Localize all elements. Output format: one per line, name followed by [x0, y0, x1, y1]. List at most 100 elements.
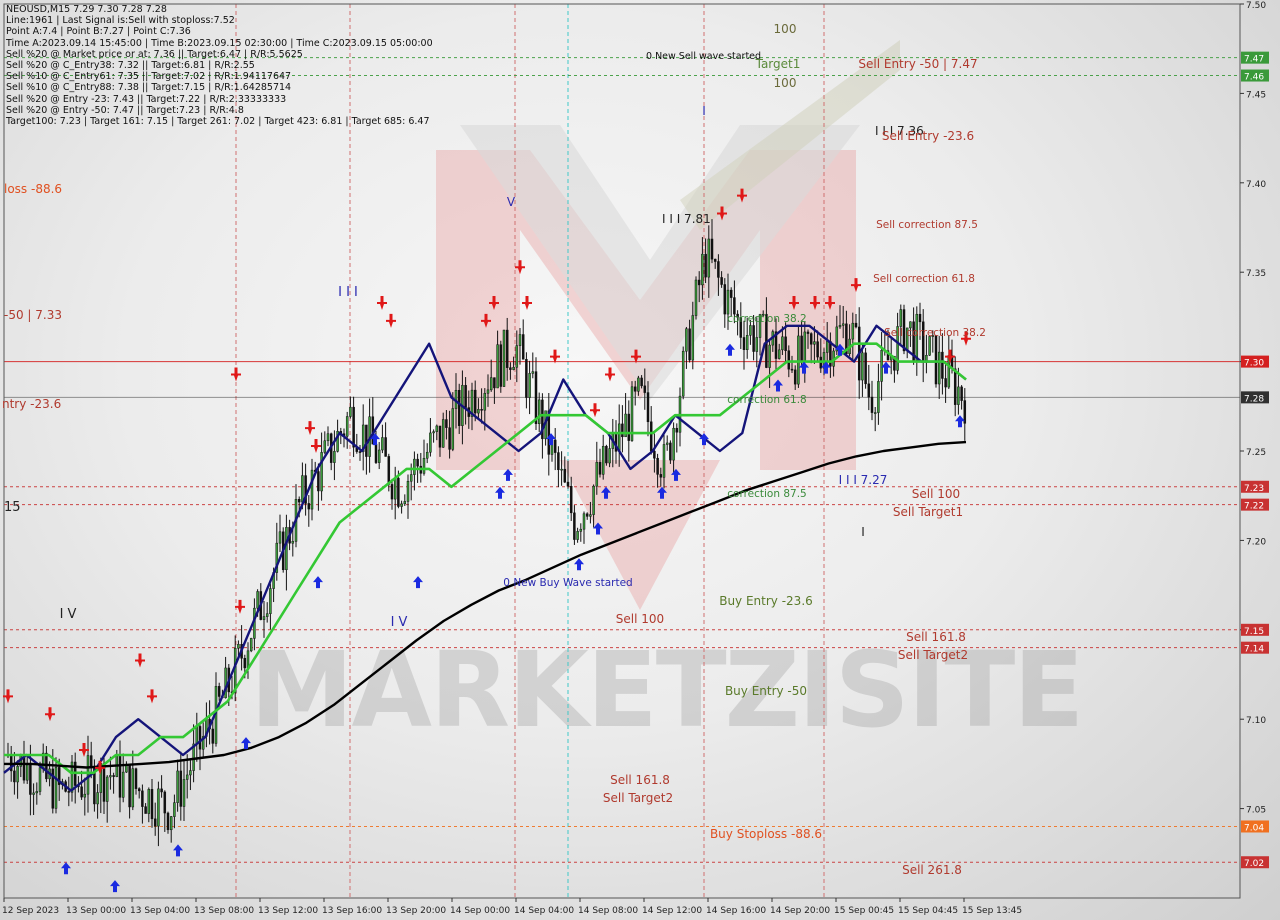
- candle-down: [854, 322, 858, 328]
- x-tick-label: 15 Sep 13:45: [962, 906, 1022, 916]
- candle-down: [659, 474, 663, 478]
- candle-up: [54, 767, 58, 809]
- y-tick-label: 7.50: [1246, 1, 1266, 11]
- candle-down: [643, 385, 647, 393]
- candle-down: [67, 791, 71, 793]
- chart-annotation: I I I: [338, 285, 358, 300]
- chart-annotation: correction 87.5: [727, 488, 806, 500]
- price-tag-label: 7.02: [1244, 859, 1264, 869]
- candle-up: [38, 767, 42, 792]
- candle-down: [742, 337, 746, 350]
- candle-up: [797, 335, 800, 385]
- candle-up: [707, 238, 711, 278]
- candle-up: [400, 503, 403, 507]
- candle-up: [435, 425, 439, 432]
- chart-annotation: correction 61.8: [727, 394, 806, 406]
- x-tick-label: 14 Sep 16:00: [706, 906, 766, 916]
- candle-down: [713, 258, 717, 262]
- chart-annotation: Sell correction 87.5: [876, 219, 978, 231]
- candle-down: [569, 485, 573, 514]
- candle-up: [617, 423, 621, 452]
- candle-down: [166, 812, 170, 831]
- candle-up: [333, 451, 336, 463]
- candle-up: [409, 474, 413, 482]
- candle-down: [118, 755, 122, 798]
- candle-up: [595, 462, 599, 487]
- candle-up: [592, 485, 595, 515]
- candle-down: [585, 513, 589, 517]
- candle-up: [105, 776, 109, 802]
- chart-annotation: Sell Entry -23.6: [882, 129, 974, 143]
- candle-down: [297, 499, 301, 503]
- chart-annotation: loss -88.6: [4, 182, 62, 196]
- sell-arrow-icon: [45, 707, 55, 722]
- candle-down: [525, 359, 528, 398]
- candle-up: [483, 392, 487, 411]
- candle-up: [477, 409, 480, 414]
- buy-arrow-icon: [173, 844, 183, 857]
- candle-down: [141, 790, 144, 807]
- candle-up: [502, 329, 506, 387]
- candle-up: [701, 253, 704, 286]
- candle-down: [934, 335, 938, 385]
- candle-up: [726, 289, 730, 315]
- candle-up: [96, 792, 99, 805]
- candle-down: [163, 791, 167, 814]
- candle-down: [499, 344, 503, 387]
- y-tick-label: 7.05: [1246, 806, 1266, 816]
- info-line: Target100: 7.23 | Target 161: 7.15 | Tar…: [6, 116, 430, 128]
- candle-down: [217, 686, 221, 697]
- candle-down: [729, 289, 733, 298]
- candle-up: [147, 789, 151, 814]
- candle-down: [144, 806, 147, 814]
- candle-up: [262, 616, 266, 620]
- candle-up: [851, 322, 855, 340]
- candle-up: [441, 419, 445, 448]
- candle-up: [451, 408, 455, 450]
- price-chart: MARKETZISITE7.507.457.407.357.307.257.20…: [2, 1, 1269, 916]
- candle-down: [438, 425, 442, 448]
- candle-up: [249, 638, 253, 652]
- sell-arrow-icon: [522, 295, 532, 310]
- candle-down: [566, 481, 570, 487]
- candle-down: [102, 763, 106, 802]
- candle-down: [390, 484, 394, 500]
- buy-arrow-icon: [110, 880, 120, 893]
- x-tick-label: 15 Sep 00:45: [834, 906, 894, 916]
- candle-up: [937, 351, 941, 385]
- candle-down: [621, 423, 624, 438]
- candle-down: [720, 277, 723, 285]
- candle-up: [825, 341, 829, 353]
- candle-down: [243, 658, 247, 669]
- chart-annotation: Target1: [755, 57, 801, 71]
- candle-up: [320, 452, 323, 492]
- chart-annotation: 0 New Buy Wave started: [503, 577, 632, 589]
- x-tick-label: 14 Sep 08:00: [578, 906, 638, 916]
- chart-annotation: Buy Stoploss -88.6: [710, 827, 822, 841]
- candle-up: [326, 433, 330, 442]
- candle-down: [800, 335, 803, 363]
- candle-down: [870, 396, 874, 413]
- candle-up: [157, 788, 160, 827]
- candle-down: [358, 451, 362, 453]
- price-tag-label: 7.15: [1244, 627, 1264, 637]
- x-tick-label: 13 Sep 20:00: [386, 906, 446, 916]
- candle-up: [131, 768, 135, 808]
- y-tick-label: 7.35: [1246, 269, 1266, 279]
- candle-up: [285, 527, 288, 571]
- info-line: Sell %10 @ C_Entry61: 7.35 || Target:7.0…: [6, 71, 292, 83]
- candle-down: [179, 770, 183, 807]
- candle-up: [278, 531, 282, 544]
- candle-up: [413, 458, 416, 475]
- price-tag-label: 7.47: [1244, 55, 1264, 65]
- chart-annotation: 100: [774, 76, 797, 90]
- candle-up: [608, 448, 611, 464]
- candle-up: [489, 377, 493, 391]
- candle-up: [345, 416, 349, 437]
- candle-up: [560, 468, 563, 471]
- candle-up: [237, 644, 240, 649]
- candle-down: [653, 450, 656, 459]
- info-line: Sell %20 @ Entry -50: 7.47 || Target:7.2…: [6, 104, 244, 116]
- candle-down: [464, 385, 467, 408]
- candle-up: [393, 477, 397, 500]
